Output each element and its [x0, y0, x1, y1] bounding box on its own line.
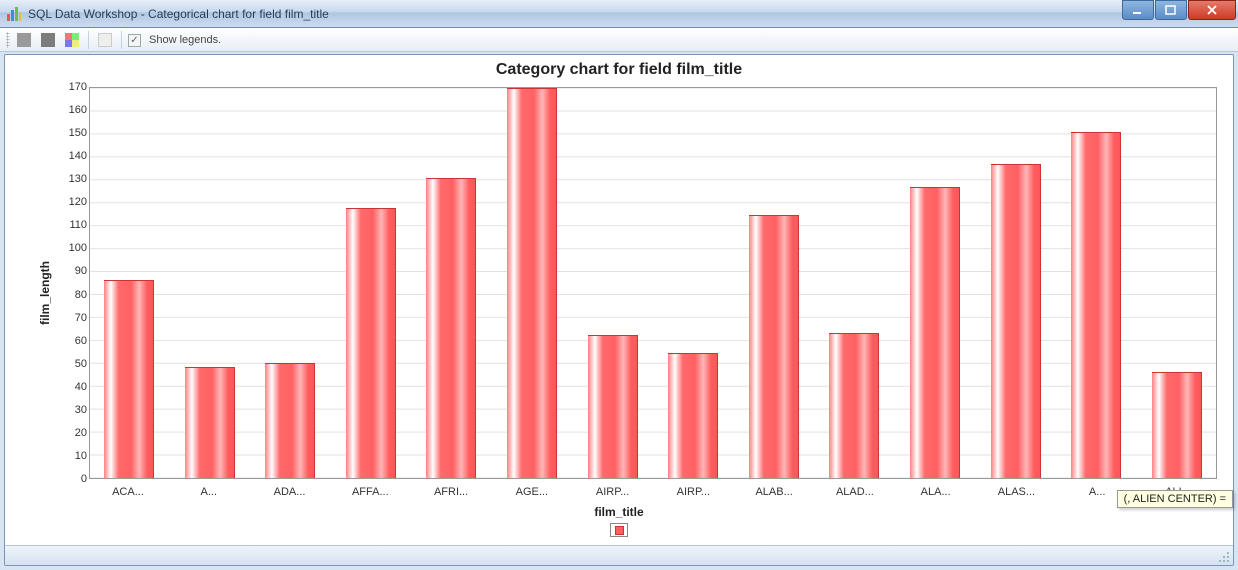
y-tick: 90: [59, 265, 87, 277]
bars-container: [90, 88, 1216, 478]
bar[interactable]: [104, 280, 154, 478]
window-title: SQL Data Workshop - Categorical chart fo…: [28, 7, 329, 21]
y-tick: 150: [59, 127, 87, 139]
x-tick: ALAS...: [991, 483, 1041, 503]
bar[interactable]: [749, 215, 799, 478]
legend-swatch-icon: [615, 526, 624, 535]
y-tick: 50: [59, 358, 87, 370]
tooltip: (, ALIEN CENTER) =: [1117, 490, 1233, 508]
plot-box[interactable]: [89, 87, 1217, 479]
bar[interactable]: [1071, 132, 1121, 478]
y-tick: 120: [59, 196, 87, 208]
y-tick: 100: [59, 242, 87, 254]
status-bar: [5, 545, 1233, 565]
minimize-button[interactable]: [1122, 0, 1154, 20]
bar[interactable]: [1152, 372, 1202, 478]
y-axis-label: film_length: [38, 261, 52, 325]
chart-title: Category chart for field film_title: [5, 55, 1233, 83]
bar[interactable]: [265, 363, 315, 478]
y-tick: 160: [59, 104, 87, 116]
bar[interactable]: [426, 178, 476, 478]
chart-style-button-3[interactable]: [95, 31, 115, 49]
bar[interactable]: [588, 335, 638, 478]
toolbar-separator: [88, 31, 89, 49]
x-tick: AFRI...: [426, 483, 476, 503]
x-tick: ALAB...: [749, 483, 799, 503]
bar[interactable]: [829, 333, 879, 478]
y-tick: 40: [59, 381, 87, 393]
toolbar-grip-icon: [6, 32, 10, 48]
chart-style-button-color[interactable]: [62, 31, 82, 49]
legend[interactable]: [610, 523, 628, 537]
maximize-button[interactable]: [1155, 0, 1187, 20]
y-tick: 80: [59, 289, 87, 301]
y-tick: 10: [59, 450, 87, 462]
y-tick: 0: [59, 473, 87, 485]
plot-area: film_length 0 10 20 30 40 50 60 70 80 90 100 110 120…: [15, 83, 1223, 503]
x-axis-ticks: ACA... A... ADA... AFFA... AFRI... AGE... AIRP…: [89, 483, 1217, 503]
bar[interactable]: [507, 88, 557, 478]
show-legends-checkbox[interactable]: ✓: [128, 34, 141, 47]
app-icon: [6, 6, 22, 22]
chart-style-button-2[interactable]: [38, 31, 58, 49]
x-tick: A...: [1072, 483, 1122, 503]
close-button[interactable]: [1188, 0, 1236, 20]
x-tick: AFFA...: [345, 483, 395, 503]
x-tick: AIRP...: [588, 483, 638, 503]
toolbar: ✓ Show legends.: [0, 28, 1238, 52]
y-tick: 110: [59, 219, 87, 231]
y-tick: 30: [59, 404, 87, 416]
y-tick: 60: [59, 335, 87, 347]
x-tick: A...: [184, 483, 234, 503]
x-tick: ACA...: [103, 483, 153, 503]
titlebar[interactable]: SQL Data Workshop - Categorical chart fo…: [0, 0, 1238, 28]
bar[interactable]: [991, 164, 1041, 478]
toolbar-separator: [121, 31, 122, 49]
bar[interactable]: [668, 353, 718, 478]
bar[interactable]: [910, 187, 960, 478]
y-tick: 170: [59, 81, 87, 93]
chart-panel: Category chart for field film_title film…: [4, 54, 1234, 566]
y-tick: 20: [59, 427, 87, 439]
window-buttons: [1121, 0, 1236, 20]
x-tick: ALAD...: [830, 483, 880, 503]
y-tick: 70: [59, 312, 87, 324]
show-legends-label: Show legends.: [145, 34, 221, 46]
x-axis-label: film_title: [5, 505, 1233, 519]
chart-style-button-1[interactable]: [14, 31, 34, 49]
bar[interactable]: [346, 208, 396, 478]
resize-grip-icon[interactable]: [1216, 549, 1230, 563]
x-tick: AIRP...: [668, 483, 718, 503]
bar[interactable]: [185, 367, 235, 478]
x-tick: ADA...: [265, 483, 315, 503]
y-tick: 140: [59, 150, 87, 162]
x-tick: AGE...: [507, 483, 557, 503]
x-tick: ALA...: [911, 483, 961, 503]
y-tick: 130: [59, 173, 87, 185]
